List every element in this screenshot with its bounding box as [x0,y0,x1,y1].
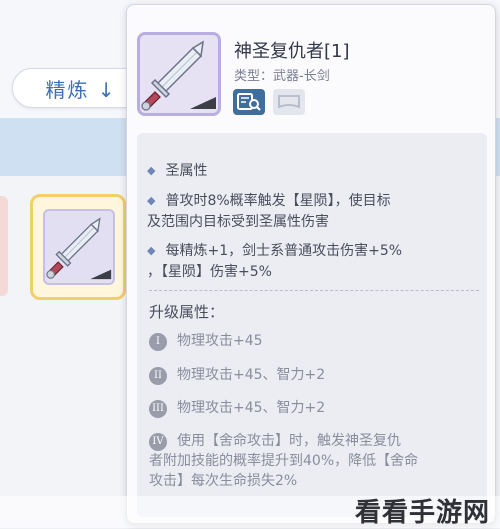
diamond-bullet-icon: ◆ [147,194,156,207]
upgrade-title: 升级属性： [149,303,225,321]
tier-numeral: III [149,400,167,418]
sword-icon [141,40,216,111]
tier-numeral: II [149,367,167,385]
divider [149,290,479,291]
upgrade-tier-2: II 物理攻击+45、智力+2 [149,365,325,385]
upgrade-tier-4-cont2: 攻击】每次生命损失2% [149,473,298,489]
item-icon-frame [137,32,221,116]
diamond-bullet-icon: ◆ [147,244,156,257]
equipment-icon-frame [43,209,115,285]
sword-icon [46,217,112,280]
effect-holy-attribute: ◆ 圣属性 [147,163,208,179]
tier-numeral: I [149,333,167,351]
effect-2: ◆ 每精炼+1，剑士系普通攻击伤害+5% [147,243,403,259]
upgrade-tier-1: I 物理攻击+45 [149,331,263,351]
watermark-text: 看看手游网 [354,498,490,528]
tier-numeral: IV [149,433,167,451]
card-slot-button[interactable] [273,89,305,115]
partial-item-slot[interactable] [0,196,8,296]
inspect-button[interactable] [233,89,265,115]
effect-1: ◆ 普攻时8%概率触发【星陨】，使目标 [147,193,391,209]
item-name: 神圣复仇者[1] [234,41,350,62]
upgrade-tier-4-cont: 者附加技能的概率提升到40%，降低【舍命 [149,453,419,469]
upgrade-tier-3: III 物理攻击+45、智力+2 [149,398,325,418]
refine-sort-label: 精炼 ↓ [45,77,117,102]
equipment-slot-selected[interactable] [30,194,126,300]
diamond-bullet-icon: ◆ [147,164,156,177]
upgrade-tier-4: IV 使用【舍命攻击】时，触发神圣复仇 [149,431,401,451]
item-type: 类型：武器-长剑 [234,69,330,84]
effect-2-cont: ，【星陨】伤害+5% [147,264,272,280]
effect-1-cont: 及范围内目标受到圣属性伤害 [147,214,329,230]
item-description-box: ◆ 圣属性 ◆ 普攻时8%概率触发【星陨】，使目标 及范围内目标受到圣属性伤害 ◆ 每… [137,133,487,517]
inspect-icon [237,93,261,111]
card-slot-icon [278,95,300,109]
item-tooltip-panel: 神圣复仇者[1] 类型：武器-长剑 ◆ 圣属性 ◆ 普攻时8%概率触发【星陨】，使目… [126,4,496,524]
